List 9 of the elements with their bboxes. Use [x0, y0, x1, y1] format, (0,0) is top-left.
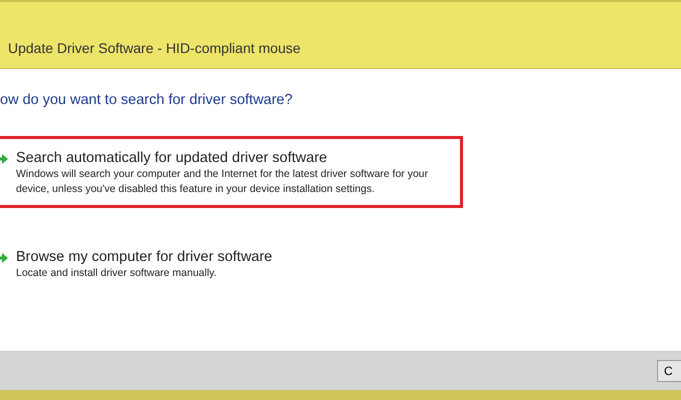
option-title: Search automatically for updated driver software — [16, 149, 328, 167]
option-link[interactable] — [0, 136, 463, 208]
window-title: Update Driver Software - HID-compliant mouse — [8, 40, 301, 56]
option-link[interactable]: Browse my computer for driver software Locate and install driver software manually. — [0, 235, 463, 292]
option-description: Windows will search your computer and the Internet for the latest driver software for your device, unless you've disabled this feature in your device installation settings. — [16, 167, 430, 197]
heading: ow do you want to search for driver software? — [0, 92, 294, 108]
option-description: Locate and install driver software manually. — [16, 266, 218, 281]
cancel-button[interactable]: C — [657, 360, 681, 382]
option-title: Browse my computer for driver software — [16, 248, 274, 266]
